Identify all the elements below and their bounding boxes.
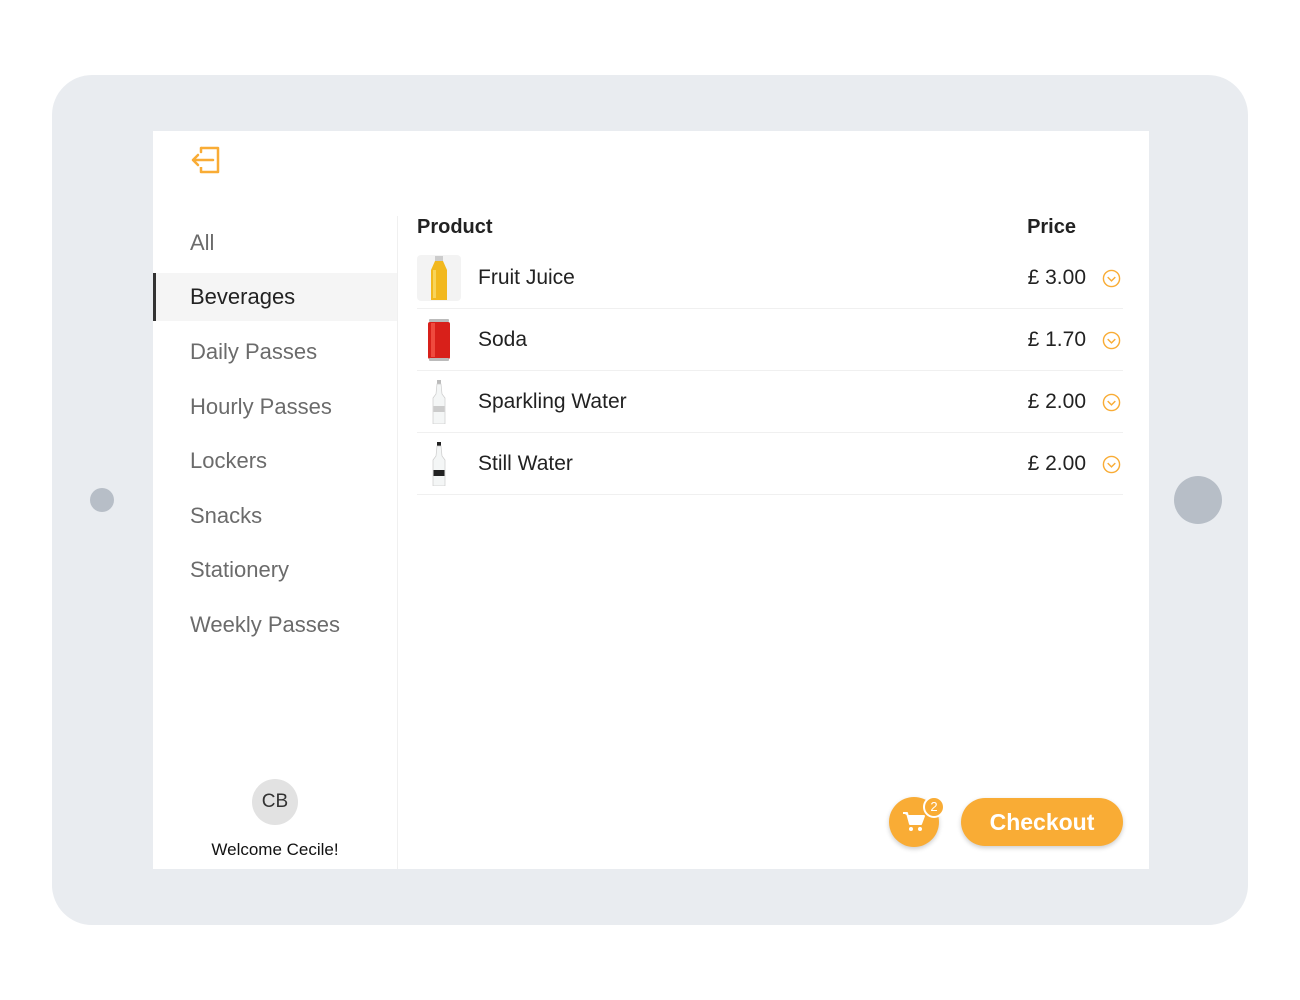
product-name: Sparkling Water xyxy=(478,390,627,413)
water-bottle-image xyxy=(417,379,461,425)
still-water-bottle-image xyxy=(417,441,461,487)
table-row[interactable]: Soda £ 1.70 xyxy=(417,309,1123,371)
app-screen: All Beverages Daily Passes Hourly Passes… xyxy=(153,131,1149,869)
product-price: £ 3.00 xyxy=(1027,266,1086,289)
column-price: Price xyxy=(1027,216,1076,238)
category-weekly-passes[interactable]: Weekly Passes xyxy=(153,601,397,649)
welcome-message: Welcome Cecile! xyxy=(211,840,339,859)
product-price: £ 1.70 xyxy=(1027,328,1086,351)
juice-bottle-image xyxy=(417,255,461,301)
category-hourly-passes[interactable]: Hourly Passes xyxy=(153,383,397,431)
product-price: £ 2.00 xyxy=(1027,390,1086,413)
table-row[interactable]: Still Water £ 2.00 xyxy=(417,433,1123,495)
category-daily-passes[interactable]: Daily Passes xyxy=(153,328,397,376)
logout-icon[interactable] xyxy=(189,145,223,175)
product-table: Product Price Fruit Juice £ 3.00 Soda £ … xyxy=(417,211,1123,495)
category-snacks[interactable]: Snacks xyxy=(153,492,397,540)
chevron-down-circle-icon[interactable] xyxy=(1102,393,1121,412)
product-price: £ 2.00 xyxy=(1027,452,1086,475)
category-stationery[interactable]: Stationery xyxy=(153,546,397,594)
table-header: Product Price xyxy=(417,211,1123,247)
product-name: Still Water xyxy=(478,452,573,475)
chevron-down-circle-icon[interactable] xyxy=(1102,455,1121,474)
category-sidebar: All Beverages Daily Passes Hourly Passes… xyxy=(153,216,398,869)
checkout-button[interactable]: Checkout xyxy=(961,798,1123,846)
home-button[interactable] xyxy=(1174,476,1222,524)
table-row[interactable]: Sparkling Water £ 2.00 xyxy=(417,371,1123,433)
category-beverages[interactable]: Beverages xyxy=(153,273,397,321)
category-lockers[interactable]: Lockers xyxy=(153,437,397,485)
cart-count-badge: 2 xyxy=(923,796,945,818)
product-name: Fruit Juice xyxy=(478,266,575,289)
camera-dot xyxy=(90,488,114,512)
soda-can-image xyxy=(417,317,461,363)
table-row[interactable]: Fruit Juice £ 3.00 xyxy=(417,247,1123,309)
product-name: Soda xyxy=(478,328,528,351)
chevron-down-circle-icon[interactable] xyxy=(1102,331,1121,350)
chevron-down-circle-icon[interactable] xyxy=(1102,269,1121,288)
column-product: Product xyxy=(417,216,493,238)
cart-icon xyxy=(903,812,925,831)
category-all[interactable]: All xyxy=(153,219,397,267)
avatar[interactable]: CB xyxy=(252,779,298,825)
